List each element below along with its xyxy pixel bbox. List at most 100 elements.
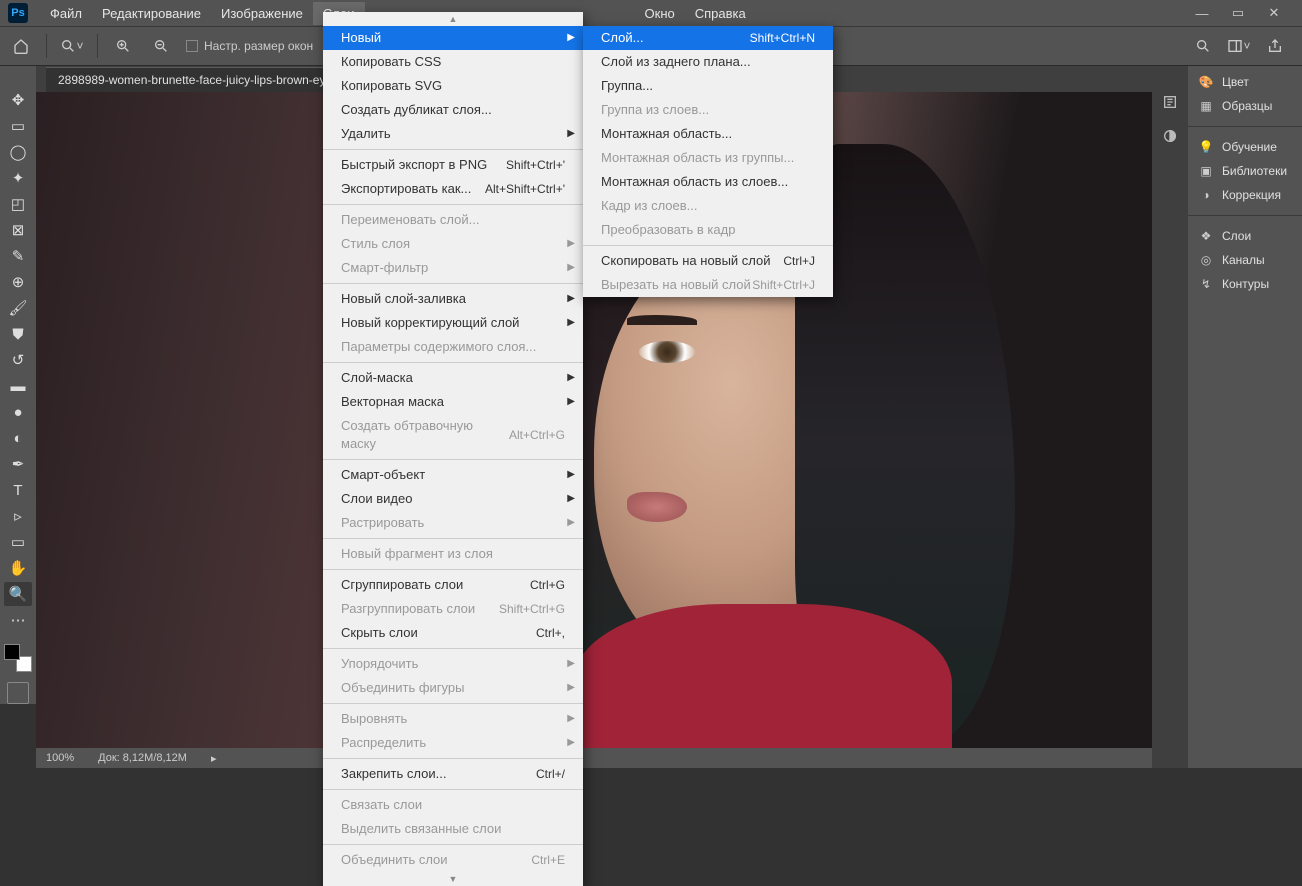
frame-tool[interactable]: ⊠ — [4, 218, 32, 242]
submenu-arrow-icon: ▶ — [567, 710, 575, 728]
quick-select-tool[interactable]: ✦ — [4, 166, 32, 190]
menu-item[interactable]: Новый▶ — [323, 26, 583, 50]
menu-item[interactable]: Монтажная область... — [583, 122, 833, 146]
menu-item-label: Распределить — [341, 734, 426, 752]
panel-libraries[interactable]: ▣Библиотеки — [1188, 159, 1302, 183]
type-tool[interactable]: T — [4, 478, 32, 502]
menu-image[interactable]: Изображение — [211, 2, 313, 25]
menu-item[interactable]: Смарт-объект▶ — [323, 463, 583, 487]
menu-shortcut: Shift+Ctrl+G — [499, 600, 565, 618]
gradient-tool[interactable]: ▬ — [4, 374, 32, 398]
menu-item-label: Упорядочить — [341, 655, 418, 673]
menu-item[interactable]: Копировать SVG — [323, 74, 583, 98]
zoom-tool-icon[interactable]: ˅ — [59, 33, 85, 59]
collapsed-panel-strip — [1152, 66, 1188, 768]
menu-item[interactable]: Создать дубликат слоя... — [323, 98, 583, 122]
history-brush-tool[interactable]: ↺ — [4, 348, 32, 372]
menu-help[interactable]: Справка — [685, 2, 756, 25]
document-tab[interactable]: 2898989-women-brunette-face-juicy-lips-b… — [46, 67, 344, 92]
maximize-button[interactable]: ▭ — [1226, 4, 1250, 22]
adjustments-icon[interactable] — [1158, 124, 1182, 148]
menu-edit[interactable]: Редактирование — [92, 2, 211, 25]
home-icon[interactable] — [8, 33, 34, 59]
panel-swatches[interactable]: ▦Образцы — [1188, 94, 1302, 118]
quick-mask-toggle[interactable] — [7, 682, 29, 704]
menu-item[interactable]: Копировать CSS — [323, 50, 583, 74]
menu-item[interactable]: Скрыть слоиCtrl+, — [323, 621, 583, 645]
menu-item-label: Новый фрагмент из слоя — [341, 545, 493, 563]
zoom-in-icon[interactable] — [110, 33, 136, 59]
rectangle-tool[interactable]: ▭ — [4, 530, 32, 554]
menu-item[interactable]: Векторная маска▶ — [323, 390, 583, 414]
menu-item[interactable]: Слой...Shift+Ctrl+N — [583, 26, 833, 50]
submenu-arrow-icon: ▶ — [567, 490, 575, 508]
menu-item: Связать слои — [323, 793, 583, 817]
menu-item[interactable]: Экспортировать как... Alt+Shift+Ctrl+' — [323, 177, 583, 201]
menu-item[interactable]: Сгруппировать слоиCtrl+G — [323, 573, 583, 597]
resize-windows-checkbox[interactable]: Настр. размер окон — [186, 39, 313, 53]
search-icon[interactable] — [1190, 33, 1216, 59]
color-swatches[interactable] — [4, 644, 32, 672]
stamp-tool[interactable]: ⛊ — [4, 322, 32, 346]
menu-window[interactable]: Окно — [635, 2, 685, 25]
menu-item-label: Экспортировать как... — [341, 180, 471, 198]
doc-size[interactable]: Док: 8,12M/8,12M — [98, 752, 187, 764]
resize-windows-label: Настр. размер окон — [204, 39, 313, 53]
menu-item[interactable]: Быстрый экспорт в PNGShift+Ctrl+' — [323, 153, 583, 177]
menu-item[interactable]: Слой-маска▶ — [323, 366, 583, 390]
hand-tool[interactable]: ✋ — [4, 556, 32, 580]
submenu-arrow-icon: ▶ — [567, 290, 575, 308]
menu-item[interactable]: Слой из заднего плана... — [583, 50, 833, 74]
minimize-button[interactable]: — — [1190, 4, 1214, 22]
lasso-tool[interactable]: ◯ — [4, 140, 32, 164]
zoom-out-icon[interactable] — [148, 33, 174, 59]
dodge-tool[interactable]: ◐ — [4, 426, 32, 450]
menu-item-label: Копировать SVG — [341, 77, 442, 95]
panel-learn[interactable]: 💡Обучение — [1188, 135, 1302, 159]
menu-item[interactable]: Новый слой-заливка▶ — [323, 287, 583, 311]
zoom-tool[interactable]: 🔍 — [4, 582, 32, 606]
healing-tool[interactable]: ⊕ — [4, 270, 32, 294]
bulb-icon: 💡 — [1198, 140, 1214, 154]
menu-item[interactable]: Группа... — [583, 74, 833, 98]
marquee-tool[interactable]: ▭ — [4, 114, 32, 138]
panel-channels[interactable]: ◎Каналы — [1188, 248, 1302, 272]
close-button[interactable]: ✕ — [1262, 4, 1286, 22]
panel-color[interactable]: 🎨Цвет — [1188, 70, 1302, 94]
status-arrow-icon[interactable]: ▸ — [211, 752, 217, 765]
workspace-icon[interactable]: ˅ — [1226, 33, 1252, 59]
scroll-up-arrow[interactable]: ▲ — [323, 12, 583, 26]
menu-item[interactable]: Скопировать на новый слойCtrl+J — [583, 249, 833, 273]
menu-item[interactable]: Закрепить слои...Ctrl+/ — [323, 762, 583, 786]
foreground-color-swatch[interactable] — [4, 644, 20, 660]
eyedropper-tool[interactable]: ✎ — [4, 244, 32, 268]
pen-tool[interactable]: ✒ — [4, 452, 32, 476]
panel-layers[interactable]: ❖Слои — [1188, 224, 1302, 248]
zoom-level[interactable]: 100% — [46, 752, 74, 764]
properties-icon[interactable] — [1158, 90, 1182, 114]
blur-tool[interactable]: ● — [4, 400, 32, 424]
scroll-down-arrow[interactable]: ▼ — [323, 872, 583, 886]
menu-separator — [323, 362, 583, 363]
edit-toolbar[interactable]: ⋯ — [4, 608, 32, 632]
menu-item-label: Вырезать на новый слой — [601, 276, 751, 294]
menu-file[interactable]: Файл — [40, 2, 92, 25]
move-tool[interactable]: ✥ — [4, 88, 32, 112]
menu-item[interactable]: Слои видео▶ — [323, 487, 583, 511]
menu-item-label: Монтажная область из слоев... — [601, 173, 788, 191]
crop-tool[interactable]: ◰ — [4, 192, 32, 216]
menu-shortcut: Ctrl+E — [531, 851, 565, 869]
panel-adjustments[interactable]: ◑Коррекция — [1188, 183, 1302, 207]
submenu-arrow-icon: ▶ — [567, 259, 575, 277]
panel-paths[interactable]: ↯Контуры — [1188, 272, 1302, 296]
share-icon[interactable] — [1262, 33, 1288, 59]
menu-item[interactable]: Удалить▶ — [323, 122, 583, 146]
path-select-tool[interactable]: ▹ — [4, 504, 32, 528]
menu-item[interactable]: Монтажная область из слоев... — [583, 170, 833, 194]
panel-label: Слои — [1222, 229, 1251, 243]
menu-separator — [323, 283, 583, 284]
brush-tool[interactable]: 🖌 — [4, 296, 32, 320]
menu-item[interactable]: Новый корректирующий слой▶ — [323, 311, 583, 335]
menu-item-label: Монтажная область... — [601, 125, 732, 143]
menu-shortcut: Alt+Shift+Ctrl+' — [485, 180, 565, 198]
